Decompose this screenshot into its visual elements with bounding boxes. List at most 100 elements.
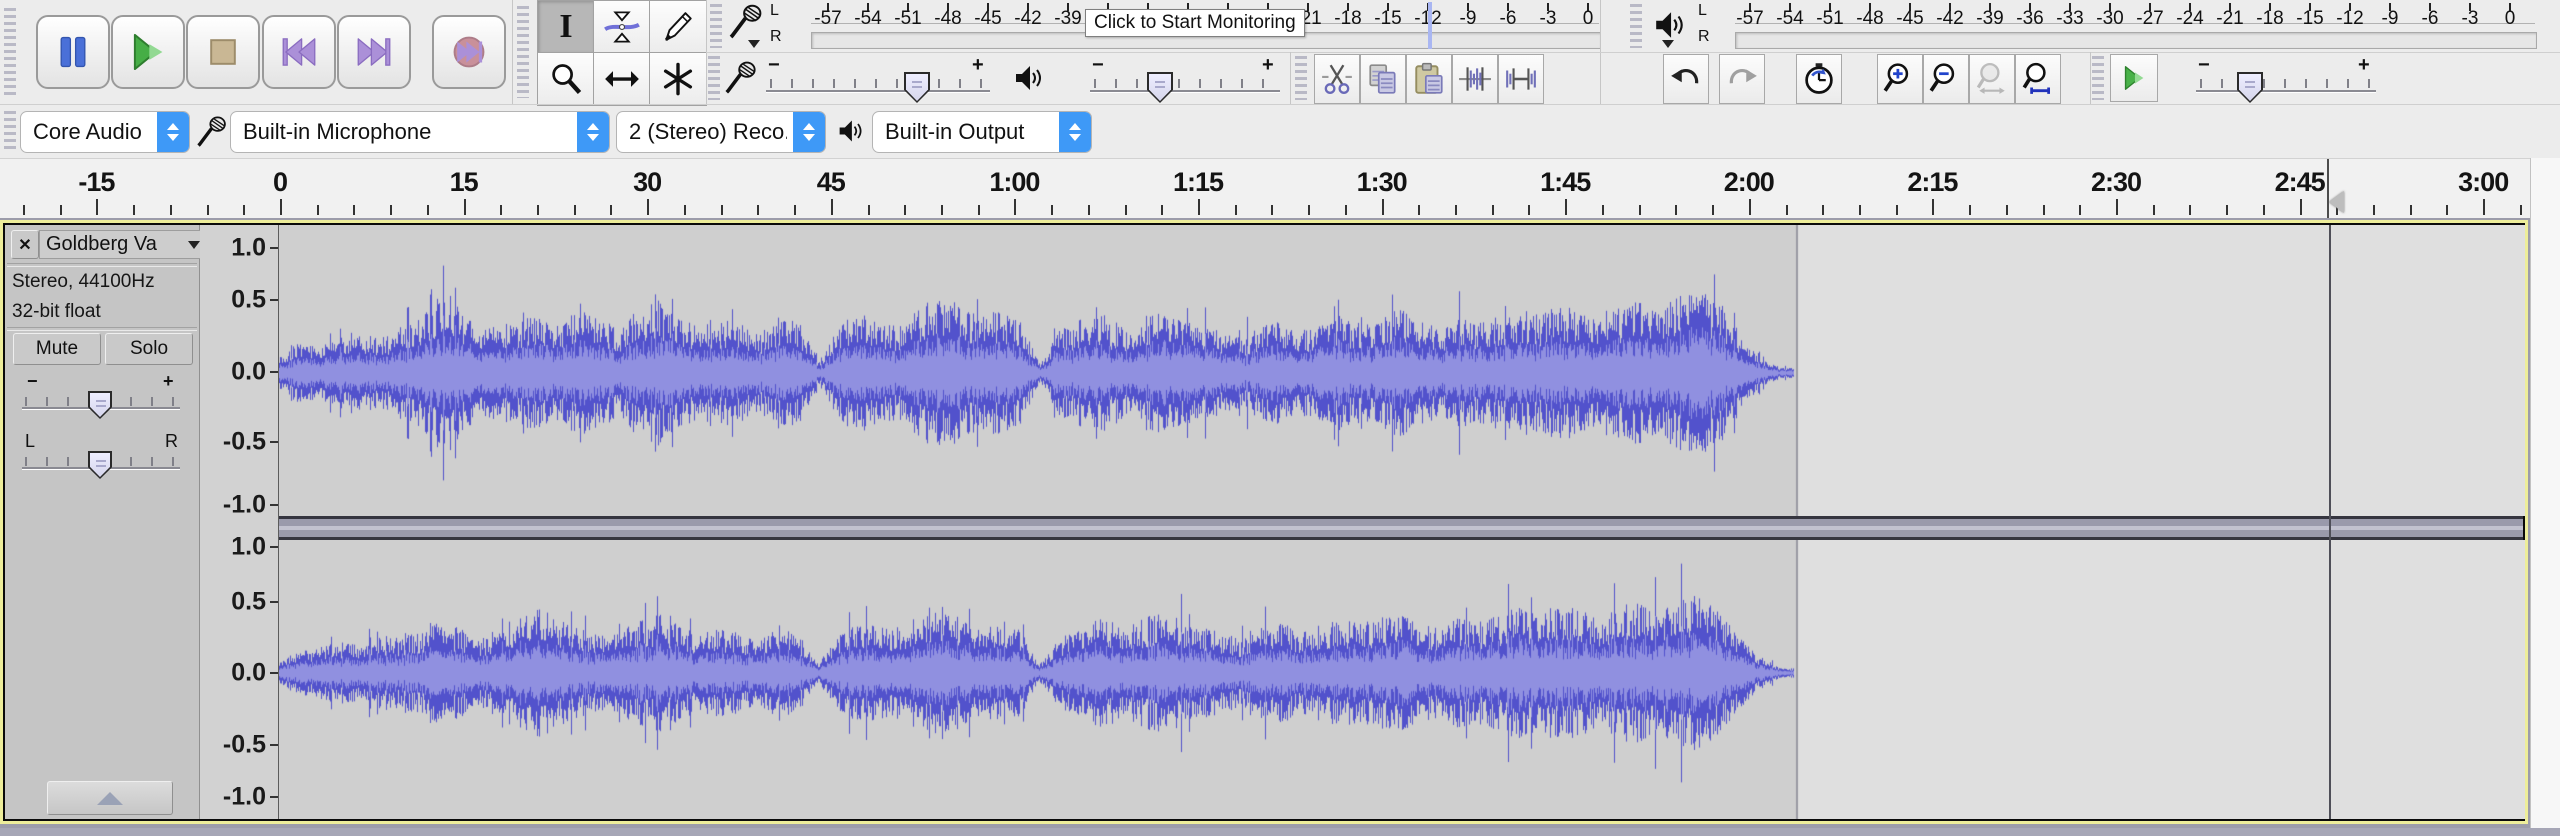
horizontal-scrollbar-strip[interactable]: [0, 828, 2560, 836]
output-volume-thumb[interactable]: [1147, 72, 1173, 103]
toolbar-grip[interactable]: [4, 111, 16, 153]
timeline-tick: [647, 199, 649, 215]
pause-button[interactable]: [36, 15, 110, 89]
waveform-area[interactable]: [279, 225, 2523, 819]
silence-selection-button[interactable]: [1498, 54, 1544, 104]
timeline-tick: [1896, 205, 1898, 215]
input-volume-thumb[interactable]: [904, 72, 930, 103]
playback-device-value: Built-in Output: [873, 119, 1053, 145]
collapse-track-button[interactable]: [47, 781, 173, 815]
record-button[interactable]: [432, 15, 506, 89]
monitoring-tooltip[interactable]: Click to Start Monitoring: [1085, 9, 1305, 37]
microphone-icon[interactable]: [726, 2, 766, 47]
pan-right-label: R: [165, 431, 178, 452]
redo-button[interactable]: [1719, 54, 1765, 104]
undo-button[interactable]: [1663, 54, 1709, 104]
toolbar-grip[interactable]: [517, 6, 529, 98]
meter-scale-label: -48: [1856, 8, 1883, 30]
playback-meter-toolbar[interactable]: L R -57-54-51-48-45-42-39-36-33-30-27-24…: [1600, 0, 2560, 52]
meter-scale-label: -39: [1054, 8, 1081, 30]
toolbar-grip[interactable]: [1630, 4, 1642, 48]
playback-meter-bar[interactable]: [1735, 32, 2537, 49]
solo-button[interactable]: Solo: [105, 333, 193, 365]
playhead-marker-icon[interactable]: [2329, 191, 2344, 213]
select-stepper-icon: [577, 112, 609, 152]
zoom-tool-button[interactable]: [537, 52, 595, 106]
zoom-in-button[interactable]: [1877, 54, 1923, 104]
timeline-tick: [2300, 199, 2302, 215]
mute-button[interactable]: Mute: [13, 333, 101, 365]
timeline-tick: [684, 205, 686, 215]
timeline-tick: [1602, 205, 1604, 215]
amplitude-scale-label: 1.0: [231, 234, 266, 263]
play-speed-thumb[interactable]: [2237, 72, 2263, 103]
meter-scale-label: -18: [2256, 8, 2283, 30]
meter-scale-label: -57: [1736, 8, 1763, 30]
timeline-tick: [1786, 205, 1788, 215]
audio-host-value: Core Audio: [21, 119, 151, 145]
meter-channel-label-right: R: [1698, 28, 1710, 46]
recording-channels-value: 2 (Stereo) Reco...: [617, 119, 787, 145]
paste-button[interactable]: [1406, 54, 1452, 104]
meter-scale-label: -6: [2422, 8, 2439, 30]
meter-dropdown-icon[interactable]: [1662, 40, 1674, 48]
skip-to-start-button[interactable]: [262, 15, 336, 89]
toolbar-grip[interactable]: [708, 56, 720, 100]
slider-plus-label: +: [1262, 54, 1274, 77]
meter-position-indicator: [1428, 2, 1432, 49]
time-shift-tool-button[interactable]: [593, 52, 651, 106]
vertical-scrollbar[interactable]: [2530, 158, 2560, 828]
play-button[interactable]: [111, 15, 185, 89]
timeline-label: -15: [78, 167, 114, 198]
waveform-left-channel[interactable]: [279, 225, 2525, 516]
timeline-tick: [1712, 205, 1714, 215]
envelope-tool-button[interactable]: [593, 0, 651, 54]
slider-minus-label: −: [1092, 54, 1104, 77]
skip-to-end-button[interactable]: [337, 15, 411, 89]
amplitude-scale-tick: [270, 546, 278, 548]
selection-tool-button[interactable]: I: [537, 0, 595, 54]
timeline-tick: [1308, 205, 1310, 215]
draw-tool-button[interactable]: [649, 0, 707, 54]
waveform-right-channel[interactable]: [279, 540, 2525, 819]
meter-scale-label: -9: [2382, 8, 2399, 30]
toolbar-grip[interactable]: [1295, 56, 1307, 100]
fit-selection-button[interactable]: [1969, 54, 2015, 104]
track-title: Goldberg Va: [46, 233, 188, 256]
toolbar-grip[interactable]: [710, 4, 722, 48]
timeline-tick: [2263, 205, 2265, 215]
toolbar-grip[interactable]: [2092, 56, 2104, 100]
channel-separator[interactable]: [279, 516, 2523, 540]
meter-scale-label: -51: [894, 8, 921, 30]
vertical-scale-ruler[interactable]: 1.00.50.0-0.5-1.01.00.50.0-0.5-1.0: [200, 225, 279, 819]
cut-button[interactable]: [1314, 54, 1360, 104]
timeline-tick: [978, 205, 980, 215]
sync-lock-button[interactable]: [1796, 54, 1842, 104]
toolbar-dock: I L R -57-54-51-48-45-42-39-36-33-30-27-…: [0, 0, 2560, 159]
timeline-tick: [1675, 205, 1677, 215]
timeline-tick: [1565, 199, 1567, 215]
trim-outside-selection-button[interactable]: [1452, 54, 1498, 104]
slider-minus-label: −: [27, 371, 38, 392]
toolbar-grip[interactable]: [4, 8, 16, 96]
play-at-speed-button[interactable]: [2110, 54, 2158, 102]
copy-button[interactable]: [1360, 54, 1406, 104]
stop-button[interactable]: [186, 15, 260, 89]
recording-device-select[interactable]: Built-in Microphone: [230, 111, 610, 153]
multi-tool-button[interactable]: [649, 52, 707, 106]
amplitude-scale-tick: [270, 247, 278, 249]
amplitude-scale-label: -0.5: [223, 428, 266, 457]
recording-meter-toolbar[interactable]: L R -57-54-51-48-45-42-39-36-33-30-27-24…: [706, 0, 1600, 52]
timeline-ruler[interactable]: -1501530451:001:151:301:452:002:152:302:…: [0, 158, 2530, 221]
gain-thumb[interactable]: [88, 391, 112, 419]
playback-device-select[interactable]: Built-in Output: [872, 111, 1092, 153]
recording-channels-select[interactable]: 2 (Stereo) Reco...: [616, 111, 826, 153]
fit-project-button[interactable]: [2015, 54, 2061, 104]
zoom-out-button[interactable]: [1923, 54, 1969, 104]
timeline-tick: [574, 205, 576, 215]
track-title-menu[interactable]: Goldberg Va: [39, 230, 207, 259]
meter-dropdown-icon[interactable]: [748, 40, 760, 48]
pan-thumb[interactable]: [88, 451, 112, 479]
audio-host-select[interactable]: Core Audio: [20, 111, 190, 153]
close-track-button[interactable]: ✕: [11, 230, 39, 259]
